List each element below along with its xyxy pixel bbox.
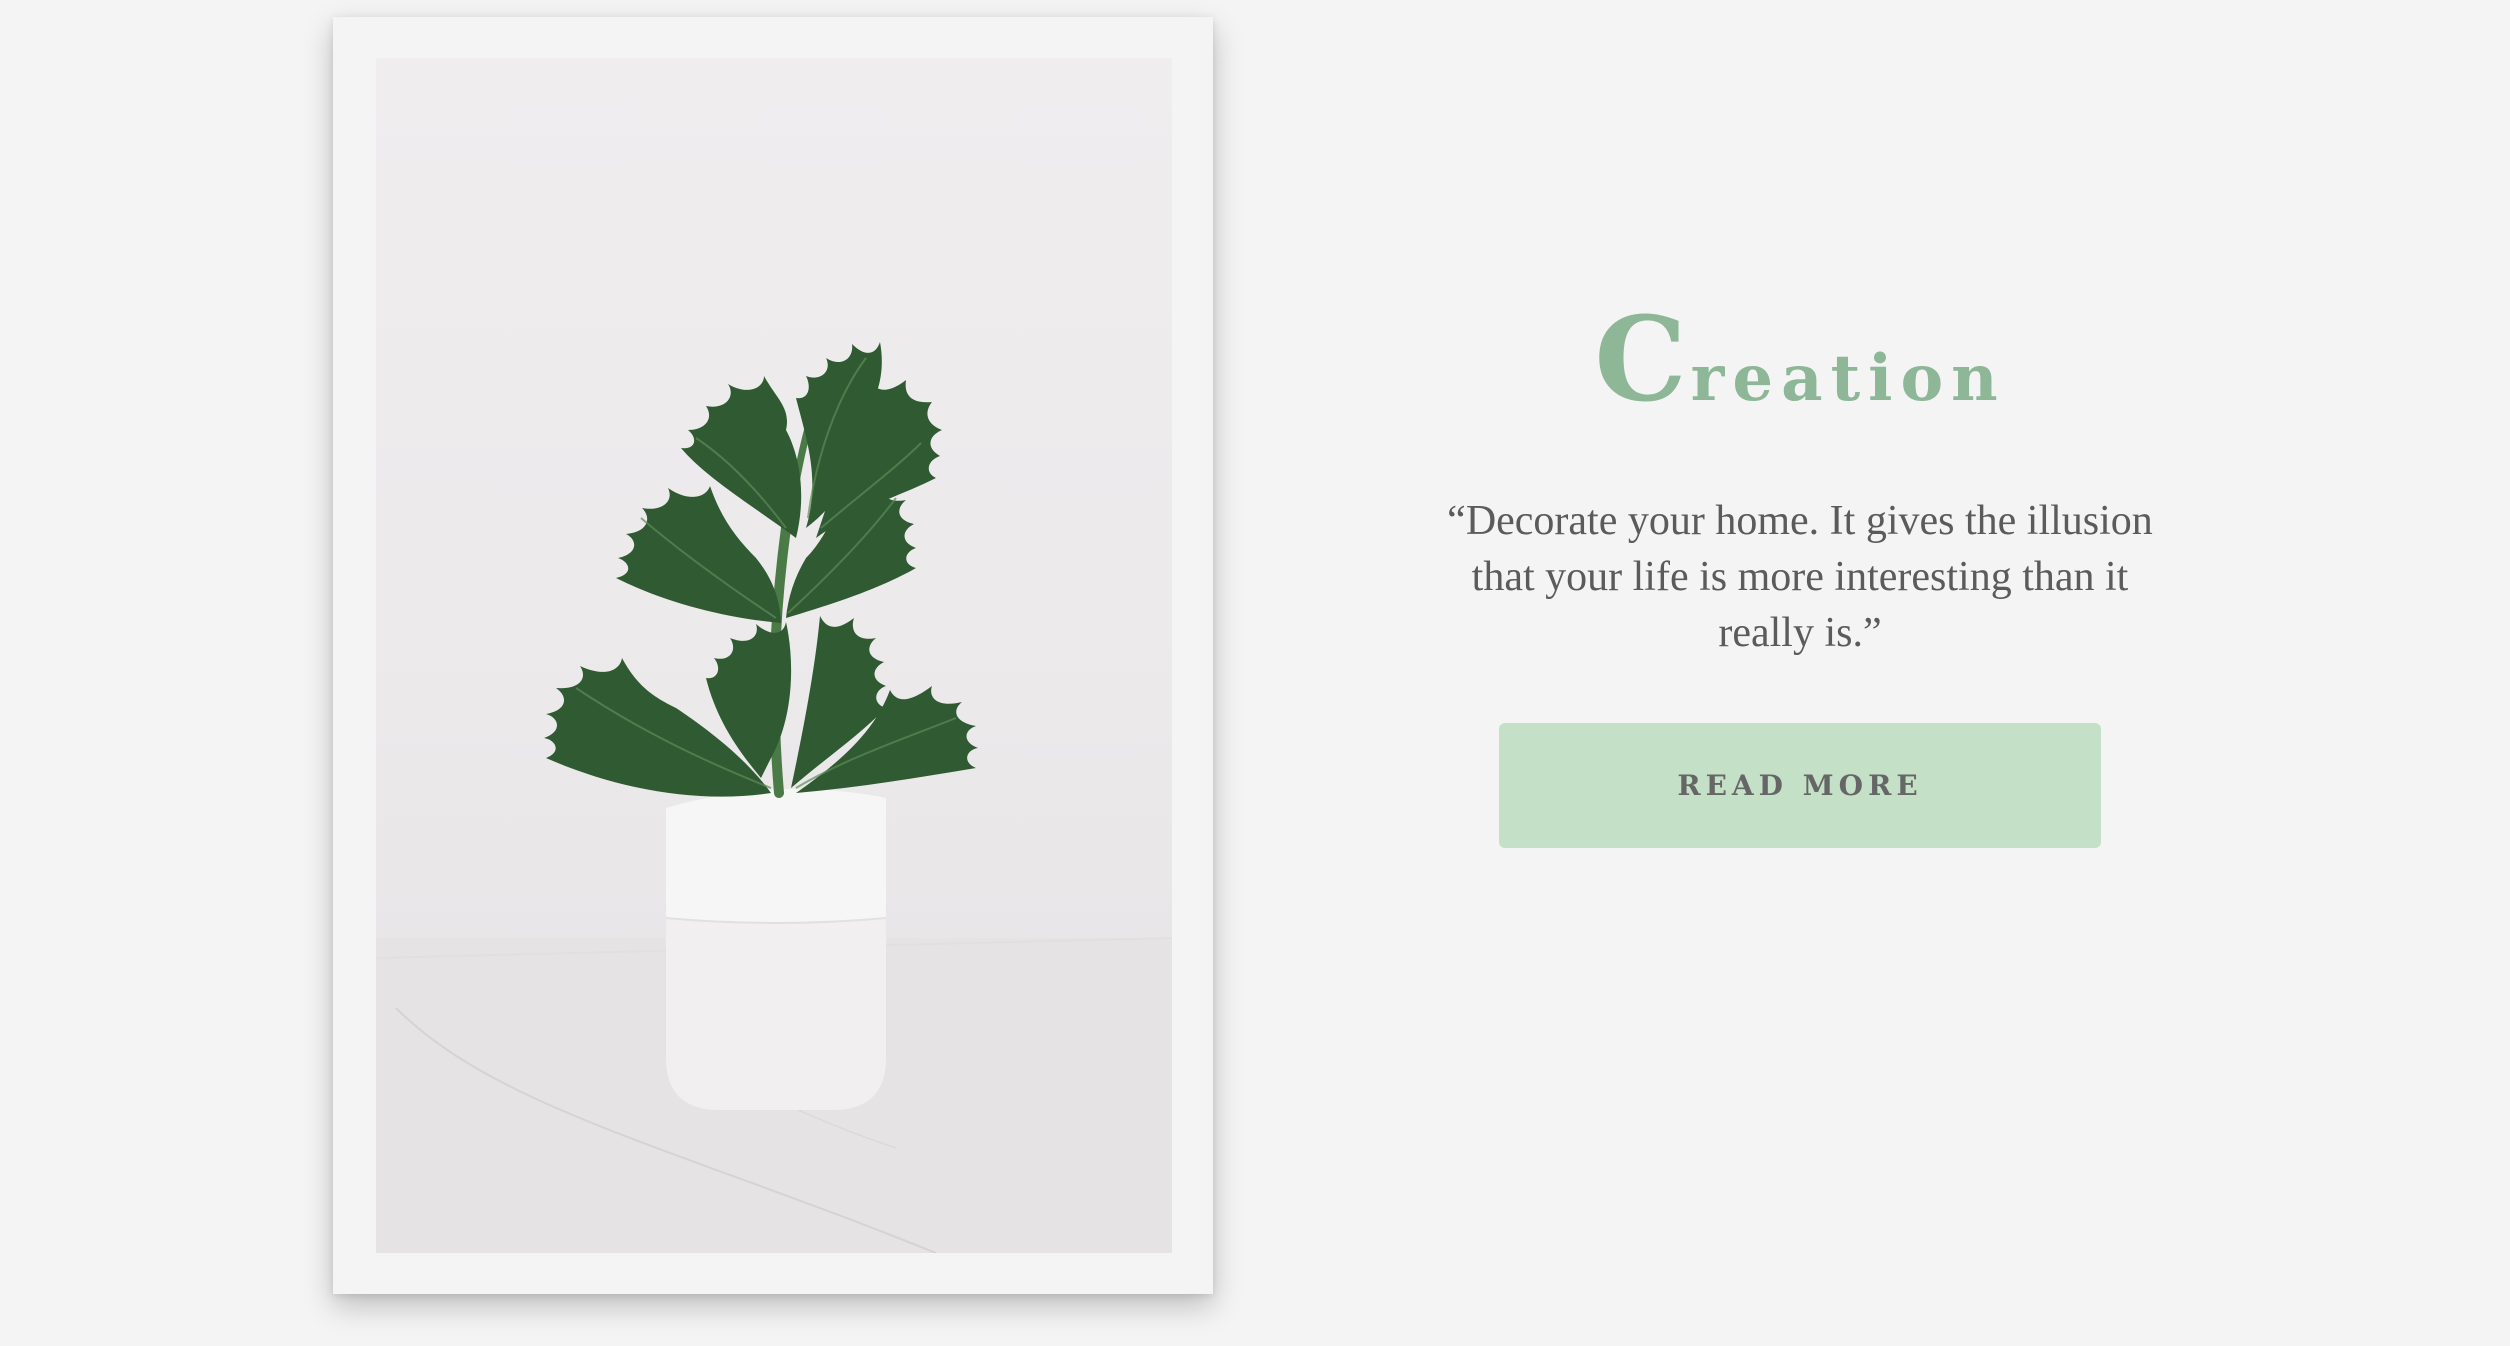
photo-frame	[333, 17, 1213, 1294]
hero-content: Creation “Decorate your home. It gives t…	[1400, 290, 2200, 848]
plant-vase-photo	[376, 58, 1172, 1253]
page-title: Creation	[1400, 290, 2200, 449]
quote-text: “Decorate your home. It gives the illusi…	[1447, 498, 2153, 656]
title-rest: reation	[1690, 341, 2006, 416]
page: Creation “Decorate your home. It gives t…	[0, 0, 2510, 1346]
plant-in-vase-illustration	[376, 342, 1172, 1253]
vase	[665, 789, 887, 1110]
read-more-button[interactable]: READ MORE	[1499, 723, 2101, 848]
title-initial: C	[1594, 292, 1691, 428]
